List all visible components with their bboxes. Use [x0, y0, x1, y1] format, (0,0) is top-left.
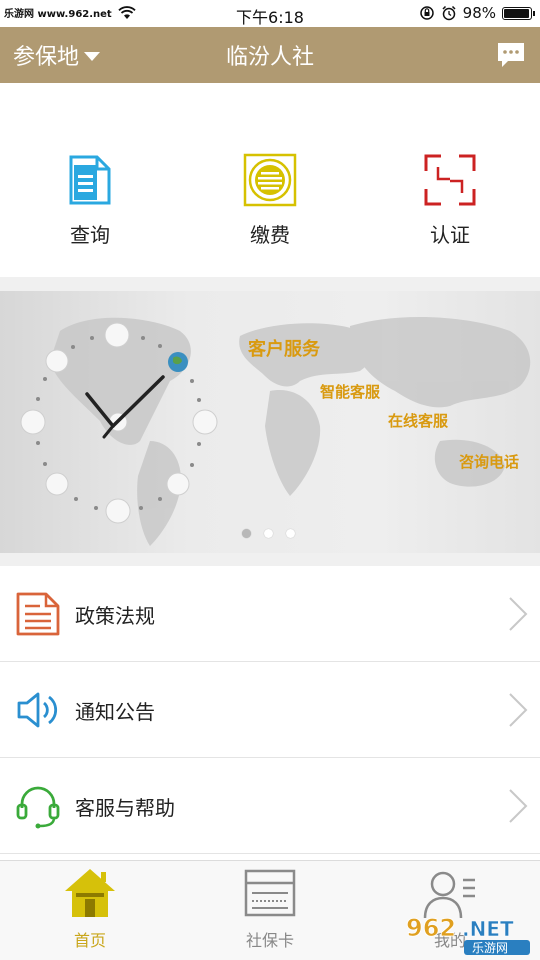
payment-coin-icon: [243, 153, 297, 207]
watermark-logo: 962 .NET 乐游网: [406, 914, 530, 955]
quick-action-label: 查询: [70, 223, 110, 247]
document-icon: [69, 155, 111, 205]
card-icon: [244, 869, 296, 917]
home-icon: [65, 869, 115, 917]
nav-bar: 参保地 临汾人社: [0, 27, 540, 83]
carousel-indicator: [242, 529, 295, 538]
battery-icon: [502, 6, 535, 20]
menu-item-policy[interactable]: 政策法规: [0, 566, 540, 662]
speaker-icon: [17, 692, 58, 728]
status-bar: 乐游网 www.962.net 下午6:18 98%: [0, 0, 540, 27]
alarm-icon: [442, 5, 456, 21]
menu-item-label: 通知公告: [75, 700, 155, 724]
quick-action-auth[interactable]: 认证: [390, 153, 510, 248]
menu-list: 政策法规 通知公告 客服与帮助: [0, 566, 540, 854]
svg-text:962: 962: [406, 914, 456, 942]
banner-item: 咨询电话: [459, 453, 520, 471]
carousel-dot[interactable]: [286, 529, 295, 538]
chat-bubble-icon[interactable]: [496, 41, 526, 69]
carousel-dot[interactable]: [264, 529, 273, 538]
banner-item: 智能客服: [320, 383, 381, 401]
quick-action-query[interactable]: 查询: [30, 153, 150, 248]
rotation-lock-icon: [419, 6, 434, 20]
menu-item-help[interactable]: 客服与帮助: [0, 758, 540, 854]
quick-action-label: 认证: [430, 223, 470, 247]
section-divider: [0, 553, 540, 566]
quick-actions: 查询 缴费 认证: [0, 83, 540, 277]
menu-item-notice[interactable]: 通知公告: [0, 662, 540, 758]
headset-icon: [16, 786, 60, 829]
quick-action-pay[interactable]: 缴费: [210, 153, 330, 248]
tab-label: 首页: [73, 931, 106, 950]
carousel-dot[interactable]: [242, 529, 251, 538]
tab-card[interactable]: 社保卡: [180, 861, 360, 960]
status-right: 98%: [419, 4, 535, 22]
quick-action-label: 缴费: [250, 223, 290, 247]
chevron-right-icon: [509, 693, 528, 727]
svg-text:乐游网: 乐游网: [472, 941, 508, 955]
tab-home[interactable]: 首页: [0, 861, 180, 960]
svg-text:.NET: .NET: [462, 917, 514, 941]
menu-item-label: 政策法规: [75, 604, 155, 628]
tab-label: 社保卡: [245, 931, 294, 950]
banner-illustration: [20, 316, 531, 546]
chevron-right-icon: [509, 597, 528, 631]
page-title: 临汾人社: [225, 45, 314, 70]
section-divider: [0, 277, 540, 291]
menu-item-label: 客服与帮助: [75, 796, 175, 820]
chevron-right-icon: [509, 789, 528, 823]
battery-percent: 98%: [462, 4, 496, 22]
banner-carousel[interactable]: 客户服务 智能客服 在线客服 咨询电话: [0, 291, 540, 553]
policy-document-icon: [16, 592, 60, 636]
banner-item: 在线客服: [388, 412, 449, 430]
scan-frame-icon: [424, 154, 476, 206]
banner-title: 客户服务: [248, 339, 320, 360]
